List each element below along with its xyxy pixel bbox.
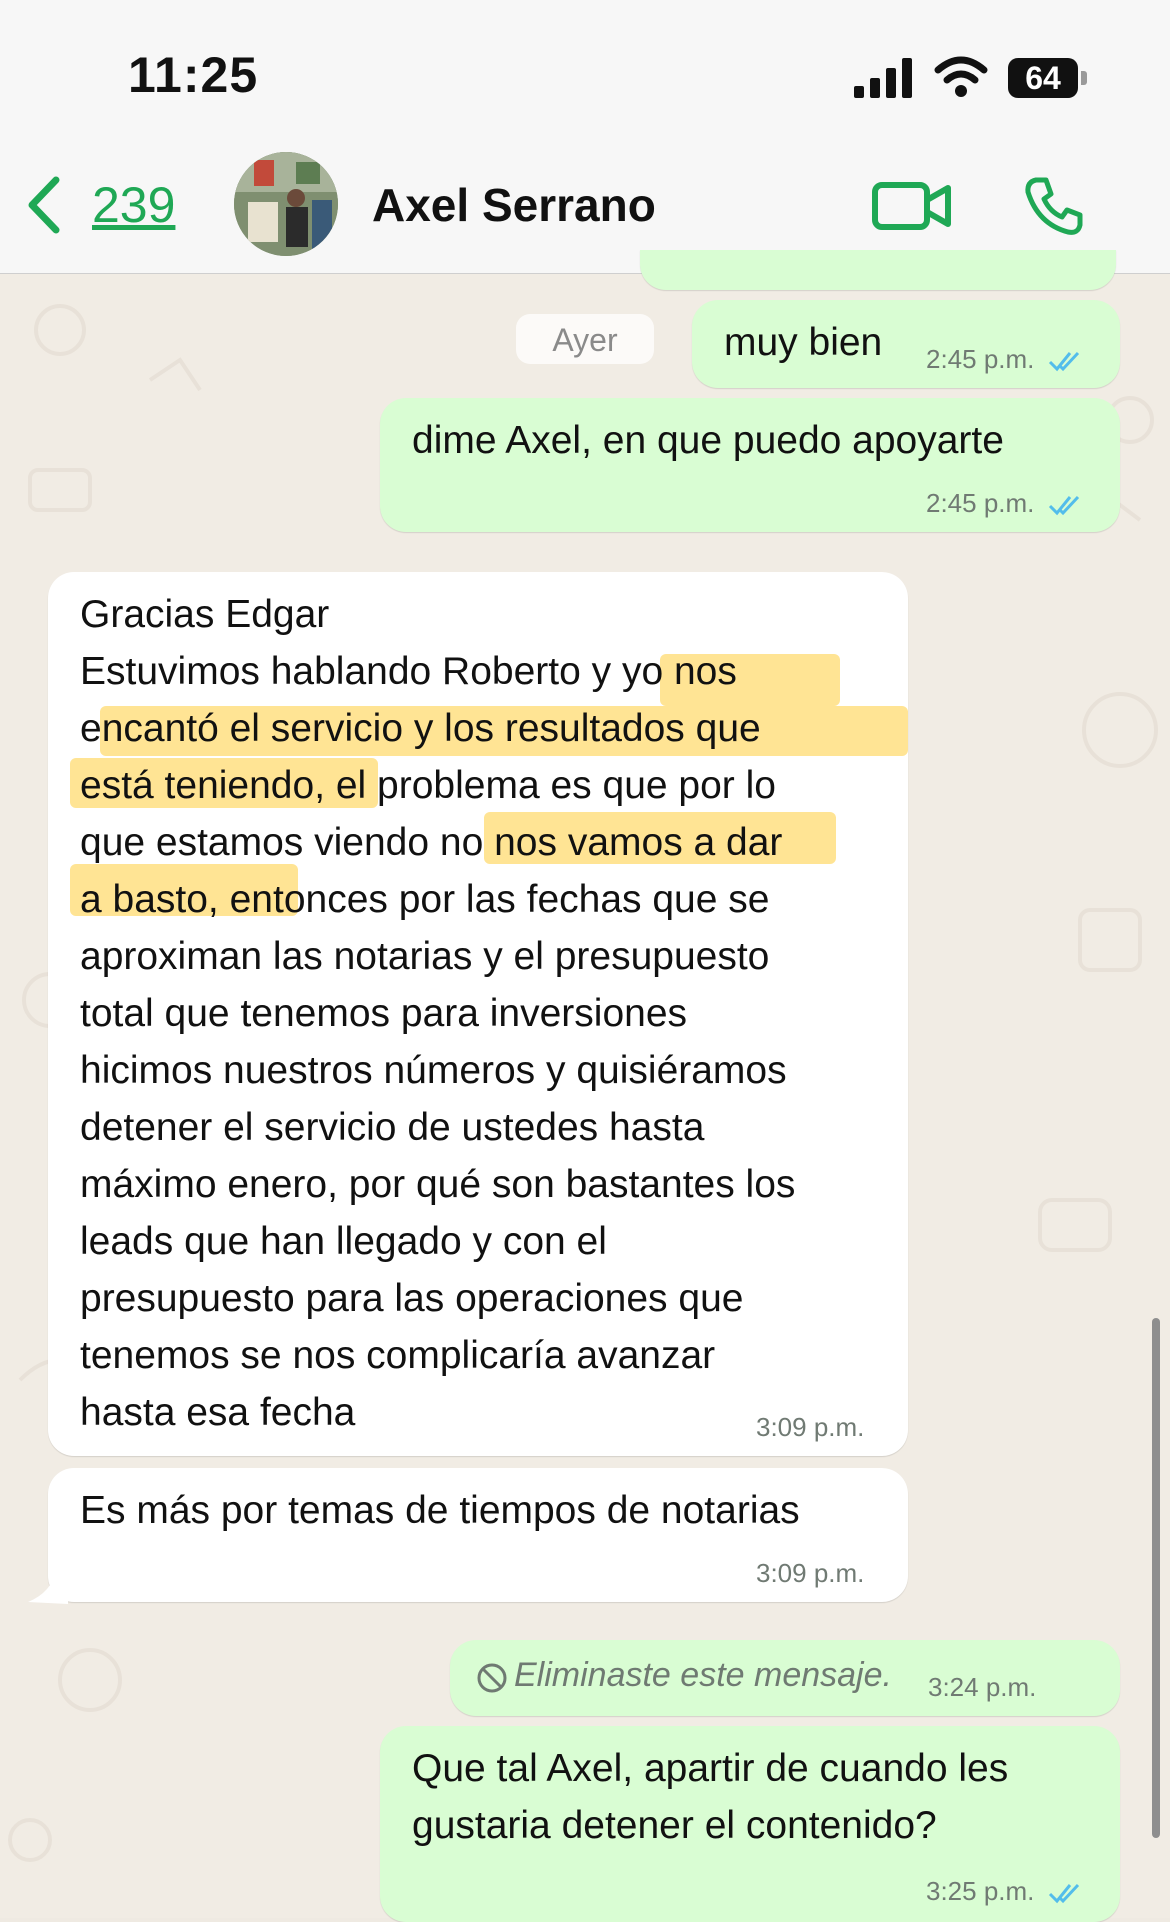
message-time: 3:09 p.m. — [756, 1558, 865, 1588]
double-check-icon — [1048, 496, 1079, 516]
message-meta: 3:25 p.m. — [926, 1876, 1082, 1907]
message-bubble-out[interactable]: Que tal Axel, apartir de cuando les gust… — [380, 1726, 1120, 1922]
date-separator: Ayer — [516, 314, 654, 364]
message-meta: 2:45 p.m. — [926, 488, 1082, 519]
back-chevron-icon[interactable] — [24, 174, 64, 236]
message-bubble-out[interactable]: dime Axel, en que puedo apoyarte 2:45 p.… — [380, 398, 1120, 532]
video-call-icon[interactable] — [872, 180, 952, 232]
status-time: 11:25 — [128, 47, 259, 103]
message-bubble-out[interactable]: muy bien 2:45 p.m. — [692, 300, 1120, 388]
message-text: Gracias Edgar Estuvimos hablando Roberto… — [80, 593, 796, 1434]
deleted-message-text: Eliminaste este mensaje. — [514, 1656, 892, 1694]
contact-name[interactable]: Axel Serrano — [372, 178, 656, 232]
scrollbar[interactable] — [1152, 1318, 1160, 1838]
battery-tip — [1081, 71, 1087, 85]
message-bubble-in[interactable]: Es más por temas de tiempos de notarias … — [48, 1468, 908, 1602]
partial-message-bubble — [640, 250, 1116, 290]
phone-call-icon[interactable] — [1022, 174, 1086, 238]
message-time: 2:45 p.m. — [926, 488, 1035, 518]
double-check-icon — [1048, 1884, 1079, 1904]
message-text: Que tal Axel, apartir de cuando les gust… — [412, 1747, 1009, 1847]
double-check-icon — [1048, 352, 1079, 372]
message-meta: 2:45 p.m. — [926, 344, 1082, 375]
wifi-icon — [934, 56, 988, 97]
message-time: 3:24 p.m. — [928, 1672, 1037, 1702]
message-text: muy bien — [724, 321, 883, 364]
status-bar: 11:25 64 — [0, 0, 1170, 140]
message-text: Es más por temas de tiempos de notarias — [80, 1489, 800, 1532]
message-text: dime Axel, en que puedo apoyarte — [412, 419, 1004, 462]
signal-icon — [854, 58, 912, 98]
bubble-tail-icon — [28, 1570, 68, 1604]
deleted-message-icon — [477, 1663, 507, 1693]
message-bubble-in[interactable]: Gracias Edgar Estuvimos hablando Roberto… — [48, 572, 908, 1456]
contact-avatar[interactable] — [234, 152, 338, 256]
battery-level: 64 — [1008, 58, 1078, 98]
message-time: 3:09 p.m. — [756, 1412, 865, 1442]
message-time: 2:45 p.m. — [926, 344, 1035, 374]
deleted-message-bubble[interactable]: Eliminaste este mensaje. 3:24 p.m. — [450, 1640, 1120, 1716]
message-time: 3:25 p.m. — [926, 1876, 1035, 1906]
back-unread-count[interactable]: 239 — [92, 176, 175, 234]
battery-icon: 64 — [1008, 58, 1088, 98]
date-separator-label: Ayer — [552, 322, 618, 358]
